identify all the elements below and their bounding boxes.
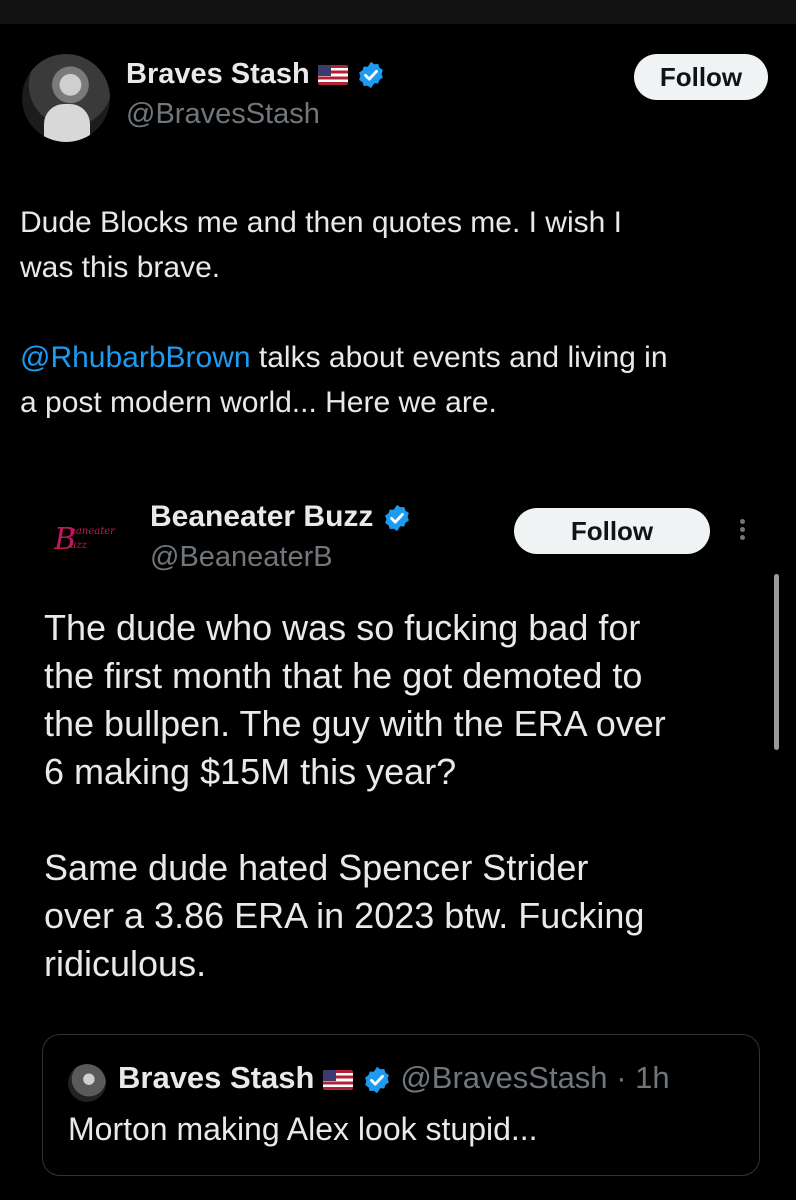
quoted-tweet-text: The dude who was so fucking bad for the … xyxy=(44,604,666,988)
tweet-text-line: was this brave. xyxy=(20,251,221,284)
author-name-row[interactable]: Braves Stash xyxy=(126,58,386,91)
tweet-text-line: Dude Blocks me and then quotes me. I wis… xyxy=(20,206,622,239)
nested-quote-header: Braves Stash @BravesStash · 1h xyxy=(118,1060,670,1096)
nested-quote-avatar xyxy=(68,1064,106,1102)
verified-badge-icon xyxy=(384,504,409,532)
us-flag-icon xyxy=(317,65,348,86)
mention-link[interactable]: @RhubarbBrown xyxy=(20,341,251,374)
nested-quote-handle: @BravesStash xyxy=(400,1060,608,1095)
author-avatar[interactable] xyxy=(22,54,110,142)
nested-quote-time: · 1h xyxy=(616,1060,670,1095)
tweet-text-line: @RhubarbBrown talks about events and liv… xyxy=(20,341,668,374)
quoted-text-line: the first month that he got demoted to xyxy=(44,655,643,696)
quoted-author-name[interactable]: Beaneater Buzz xyxy=(150,500,373,533)
author-handle[interactable]: @BravesStash xyxy=(126,98,320,131)
quoted-text-line: ridiculous. xyxy=(44,943,207,984)
verified-badge-icon xyxy=(364,1066,389,1093)
author-name[interactable]: Braves Stash xyxy=(126,58,310,90)
quoted-text-line: over a 3.86 ERA in 2023 btw. Fucking xyxy=(44,895,645,936)
quoted-text-line: 6 making $15M this year? xyxy=(44,751,457,792)
tweet-text-line: a post modern world... Here we are. xyxy=(20,386,497,419)
nested-quote-card[interactable] xyxy=(42,1034,760,1176)
quoted-author-name-row[interactable]: Beaneater Buzz xyxy=(150,500,412,534)
verified-badge-icon xyxy=(359,62,383,89)
quoted-text-line: the bullpen. The guy with the ERA over xyxy=(44,703,666,744)
scrollbar[interactable] xyxy=(774,574,779,750)
quoted-text-line: The dude who was so fucking bad for xyxy=(44,607,641,648)
top-status-bar xyxy=(0,0,796,24)
us-flag-icon xyxy=(323,1069,354,1090)
tweet-text: Dude Blocks me and then quotes me. I wis… xyxy=(20,200,668,425)
quoted-author-handle[interactable]: @BeaneaterB xyxy=(150,541,333,574)
nested-quote-text: Morton making Alex look stupid... xyxy=(68,1111,538,1147)
follow-button[interactable]: Follow xyxy=(634,54,768,100)
quoted-text-line: Same dude hated Spencer Strider xyxy=(44,847,589,888)
follow-button-quoted[interactable]: Follow xyxy=(514,508,710,554)
more-options-icon[interactable] xyxy=(736,516,748,548)
nested-quote-author-name: Braves Stash xyxy=(118,1060,315,1095)
quoted-author-avatar[interactable]: B eaneater uzz xyxy=(50,522,122,562)
